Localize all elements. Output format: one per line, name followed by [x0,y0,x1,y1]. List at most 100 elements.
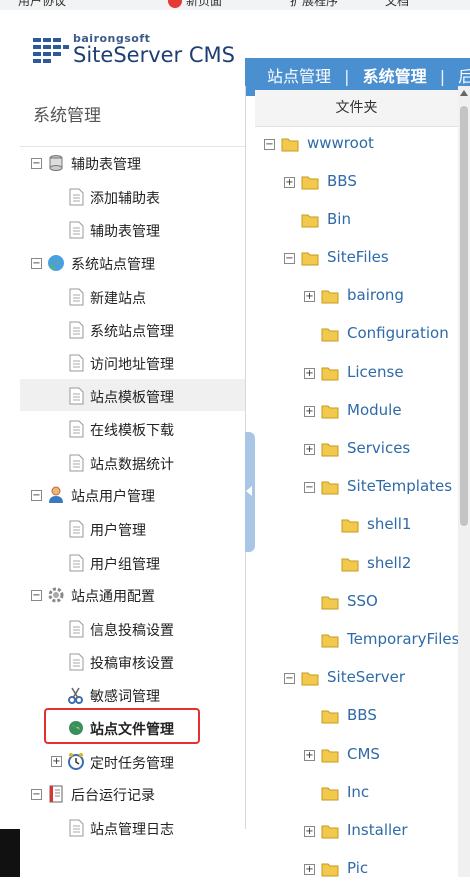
folder-icon [321,863,339,877]
folder-icon [341,519,359,533]
tree-group-label: 系统站点管理 [71,257,155,273]
bookmark-icon [168,0,182,8]
tree-item-new-site[interactable]: 新建站点 [20,280,245,312]
bookmark-item[interactable]: 扩展程序 [290,0,338,9]
folder-icon [301,672,319,686]
expand-toggle-icon[interactable]: + [284,177,295,188]
folder-label: Configuration [347,324,449,342]
tree-item-label: 用户组管理 [90,557,160,573]
collapse-toggle-icon[interactable]: − [264,139,275,150]
collapse-toggle-icon[interactable]: − [31,258,42,269]
tree-item-add-aux-table[interactable]: 添加辅助表 [20,180,245,212]
tree-group-label: 站点用户管理 [71,489,155,505]
clock-icon [68,753,84,770]
page-icon [69,188,84,206]
collapse-toggle-icon[interactable]: − [31,789,42,800]
tree-item-label: 站点管理日志 [90,822,174,838]
tree-item-label: 添加辅助表 [90,191,160,207]
tree-item-user-manage[interactable]: 用户管理 [20,512,245,544]
tree-item-user-group-manage[interactable]: 用户组管理 [20,546,245,578]
page-icon [69,520,84,538]
folder-label: Module [347,401,402,419]
tree-item-sensitive-words[interactable]: 敏感词管理 [20,678,245,710]
folder-icon [321,328,339,342]
tree-item-access-url[interactable]: 访问地址管理 [20,346,245,378]
collapse-toggle-icon[interactable]: − [304,482,315,493]
folder-icon [321,596,339,610]
folder-label: SiteFiles [327,248,389,266]
scrollbar-thumb[interactable] [460,106,468,526]
folder-label: SSO [347,592,378,610]
folder-label: wwwroot [307,134,374,152]
tree-item-label: 定时任务管理 [90,756,174,772]
page-icon [69,221,84,239]
user-icon [49,486,63,503]
folder-label: License [347,363,404,381]
folder-icon [301,214,319,228]
sidebar-collapse-handle[interactable] [245,432,255,552]
scroll-up-arrow-icon[interactable] [460,90,468,96]
expand-toggle-icon[interactable]: + [51,756,62,767]
tree-group-aux-tables[interactable]: − 辅助表管理 [20,147,245,179]
tree-group-site-config[interactable]: − 站点通用配置 [20,579,245,611]
tree-item-label: 系统站点管理 [90,324,174,340]
expand-toggle-icon[interactable]: + [304,750,315,761]
collapse-toggle-icon[interactable]: − [284,673,295,684]
tree-item-site-manage-log[interactable]: 站点管理日志 [20,811,245,843]
tree-item-system-site-manage[interactable]: 系统站点管理 [20,313,245,345]
tree-item-label: 站点模板管理 [90,390,174,406]
folder-icon [321,634,339,648]
collapse-toggle-icon[interactable]: − [31,490,42,501]
collapse-toggle-icon[interactable]: − [31,590,42,601]
collapse-toggle-icon[interactable]: − [31,158,42,169]
bookmark-item[interactable]: 新页面 [186,0,222,9]
tree-item-online-templates[interactable]: 在线模板下载 [20,412,245,444]
folder-label: Bin [327,210,351,228]
tree-group-system-sites[interactable]: − 系统站点管理 [20,247,245,279]
expand-toggle-icon[interactable]: + [304,864,315,875]
tree-item-label: 站点数据统计 [90,457,174,473]
expand-toggle-icon[interactable]: + [304,444,315,455]
bookmark-item[interactable]: 文档 [385,0,409,9]
tree-item-label: 敏感词管理 [90,689,160,705]
folder-label: CMS [347,745,380,763]
folder-label: SiteServer [327,668,405,686]
tree-item-aux-table-manage[interactable]: 辅助表管理 [20,213,245,245]
tree-group-label: 后台运行记录 [71,788,155,804]
tree-item-site-stats[interactable]: 站点数据统计 [20,446,245,478]
folder-label: Pic [347,859,369,877]
logo[interactable]: bairongsoft SiteServer CMS [33,32,235,80]
expand-toggle-icon[interactable]: + [304,368,315,379]
folder-icon [321,290,339,304]
folder-label: BBS [347,706,377,724]
tree-group-site-users[interactable]: − 站点用户管理 [20,479,245,511]
expand-toggle-icon[interactable]: + [304,291,315,302]
folder-icon [321,710,339,724]
tree-item-submission-settings[interactable]: 信息投稿设置 [20,612,245,644]
collapse-toggle-icon[interactable]: − [284,253,295,264]
expand-toggle-icon[interactable]: + [304,826,315,837]
highlight-annotation [44,708,200,744]
tree-item-review-settings[interactable]: 投稿审核设置 [20,645,245,677]
window-edge [0,86,20,877]
expand-toggle-icon[interactable]: + [304,406,315,417]
database-icon [49,155,63,171]
tree-item-label: 辅助表管理 [90,224,160,240]
app-header: bairongsoft SiteServer CMS 站点管理 | 系统管理 |… [0,10,470,96]
tree-item-site-templates[interactable]: 站点模板管理 [20,379,245,411]
tree-item-label: 新建站点 [90,291,146,307]
folder-icon [321,367,339,381]
tree-item-scheduled-tasks[interactable]: + 定时任务管理 [20,745,245,777]
folder-label: Services [347,439,411,457]
folder-icon [341,558,359,572]
folder-label: Installer [347,821,408,839]
page-icon [69,819,84,837]
tree-item-label: 在线模板下载 [90,423,174,439]
page-icon [69,420,84,438]
bookmark-item[interactable]: 用户协议 [18,0,66,9]
folder-icon [321,405,339,419]
folder-icon [321,481,339,495]
tree-group-run-log[interactable]: − 后台运行记录 [20,778,245,810]
tree-item-label: 信息投稿设置 [90,623,174,639]
page-icon [69,454,84,472]
